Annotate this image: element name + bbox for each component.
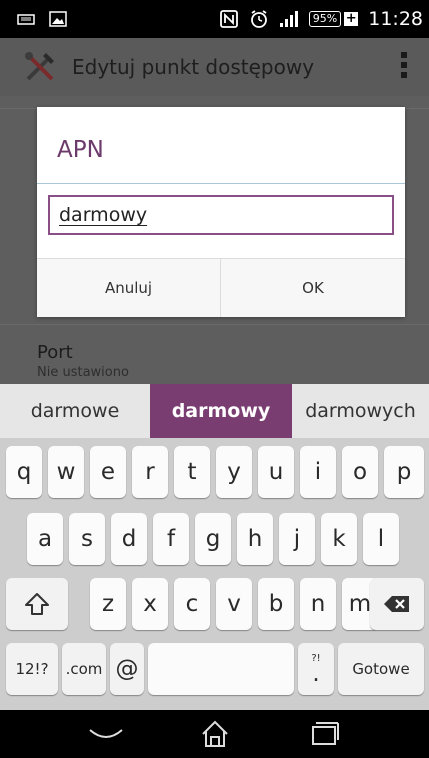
setting-port-title: Port xyxy=(37,342,73,363)
key-u[interactable]: u xyxy=(258,446,294,498)
key-p[interactable]: p xyxy=(384,446,424,498)
overflow-menu-icon[interactable] xyxy=(401,52,407,78)
keyboard: q w e r t y u i o p a s d f g h j k l z … xyxy=(0,438,429,710)
cancel-button[interactable]: Anuluj xyxy=(37,259,221,317)
key-e[interactable]: e xyxy=(90,446,126,498)
space-key[interactable] xyxy=(148,643,294,695)
key-s[interactable]: s xyxy=(69,513,105,565)
signal-icon xyxy=(279,11,298,27)
dotcom-key[interactable]: .com xyxy=(62,643,106,695)
home-icon[interactable] xyxy=(195,718,235,750)
key-a[interactable]: a xyxy=(27,513,63,565)
key-z[interactable]: z xyxy=(90,578,126,630)
shift-icon xyxy=(25,593,49,615)
charging-icon: + xyxy=(344,11,359,26)
backspace-icon xyxy=(384,596,409,612)
battery-indicator: 95% + xyxy=(308,11,359,27)
punctuation-key[interactable]: ?! . xyxy=(298,643,334,695)
suggestion-left[interactable]: darmowe xyxy=(0,384,150,438)
symbols-key[interactable]: 12!? xyxy=(6,643,58,695)
key-t[interactable]: t xyxy=(174,446,210,498)
setting-port[interactable]: Port Nie ustawiono xyxy=(37,342,129,380)
key-q[interactable]: q xyxy=(6,446,42,498)
key-w[interactable]: w xyxy=(48,446,84,498)
symbols-key-label: 12!? xyxy=(15,660,49,678)
clock: 11:28 xyxy=(368,8,423,30)
apn-input-text: darmowy xyxy=(59,204,148,226)
setting-port-value: Nie ustawiono xyxy=(37,365,129,380)
image-icon xyxy=(49,11,67,27)
tools-icon[interactable] xyxy=(20,47,60,87)
suggestion-right[interactable]: darmowych xyxy=(292,384,429,438)
alarm-icon xyxy=(250,10,267,28)
done-key-label: Gotowe xyxy=(352,660,410,678)
nfc-icon xyxy=(219,10,238,28)
dialog-title-divider xyxy=(37,183,405,184)
apn-dialog: APN darmowy Anuluj OK xyxy=(37,107,405,317)
navigation-bar xyxy=(0,710,429,758)
suggestion-selected[interactable]: darmowy xyxy=(150,384,292,438)
dotcom-key-label: .com xyxy=(65,660,103,678)
key-c[interactable]: c xyxy=(174,578,210,630)
action-bar: Edytuj punkt dostępowy xyxy=(0,38,429,96)
back-icon[interactable] xyxy=(86,718,126,750)
battery-level: 95% xyxy=(308,11,342,27)
key-b[interactable]: b xyxy=(258,578,294,630)
suggestion-bar: darmowe darmowy darmowych xyxy=(0,384,429,438)
dialog-title: APN xyxy=(57,137,104,163)
at-key[interactable]: @ xyxy=(110,643,144,695)
shift-key[interactable] xyxy=(6,578,68,630)
ok-button[interactable]: OK xyxy=(221,259,405,317)
recent-apps-icon[interactable] xyxy=(304,718,344,750)
key-i[interactable]: i xyxy=(300,446,336,498)
key-d[interactable]: d xyxy=(111,513,147,565)
key-v[interactable]: v xyxy=(216,578,252,630)
page-title: Edytuj punkt dostępowy xyxy=(72,55,315,79)
backspace-key[interactable] xyxy=(370,578,424,630)
key-l[interactable]: l xyxy=(363,513,399,565)
voicemail-icon xyxy=(17,14,35,25)
status-bar: 95% + 11:28 xyxy=(0,0,429,38)
apn-input[interactable]: darmowy xyxy=(48,195,394,235)
key-r[interactable]: r xyxy=(132,446,168,498)
key-f[interactable]: f xyxy=(153,513,189,565)
key-o[interactable]: o xyxy=(342,446,378,498)
key-h[interactable]: h xyxy=(237,513,273,565)
key-k[interactable]: k xyxy=(321,513,357,565)
punctuation-label: . xyxy=(312,661,320,687)
key-y[interactable]: y xyxy=(216,446,252,498)
key-j[interactable]: j xyxy=(279,513,315,565)
done-key[interactable]: Gotowe xyxy=(338,643,424,695)
key-x[interactable]: x xyxy=(132,578,168,630)
key-n[interactable]: n xyxy=(300,578,336,630)
key-g[interactable]: g xyxy=(195,513,231,565)
divider xyxy=(0,324,429,325)
